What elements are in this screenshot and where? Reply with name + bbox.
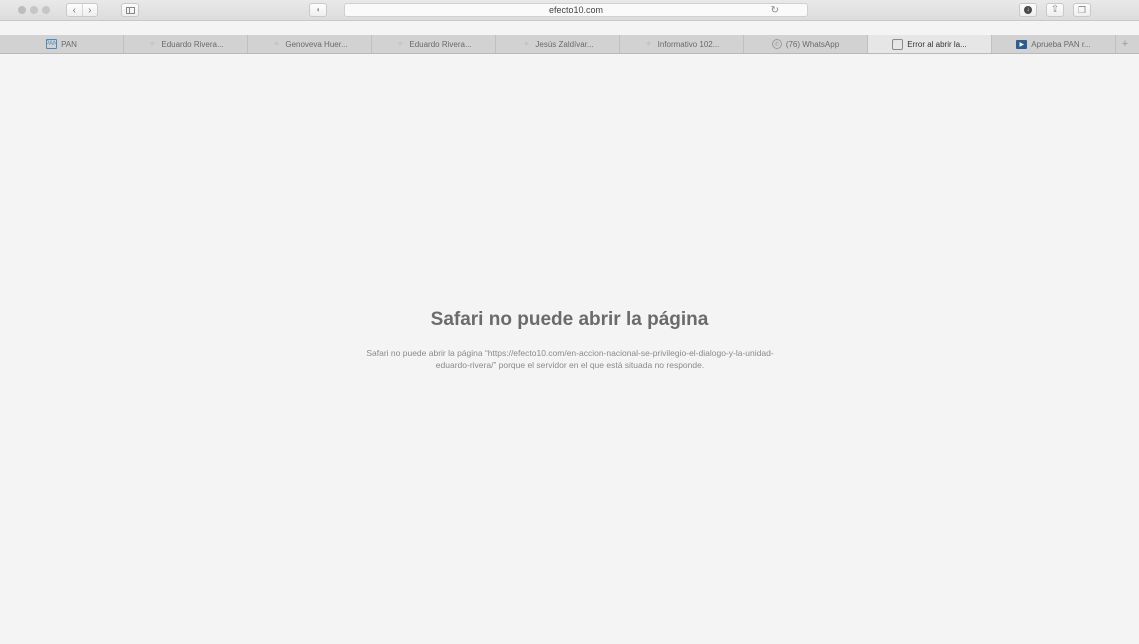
twitter-icon: ✧	[645, 41, 652, 48]
reload-icon: ↻	[770, 4, 779, 16]
error-message: Safari no puede abrir la página “https:/…	[366, 348, 774, 370]
tab-label: Error al abrir la...	[907, 39, 967, 49]
aprueba-favicon-icon: ▶	[1016, 39, 1028, 49]
share-icon: ⇪	[1050, 4, 1060, 15]
tab-label: (76) WhatsApp	[785, 39, 840, 49]
whatsapp-icon: ✆	[771, 39, 782, 49]
new-tab-button[interactable]: +	[1116, 35, 1134, 53]
tab-label: Genoveva Huer...	[285, 39, 348, 49]
browser-toolbar: ‹ › ◖ efecto10.com ↻ ↓ ⇪ ❐	[0, 0, 1139, 21]
tab-label: PAN	[61, 39, 77, 49]
twitter-icon: ✧	[523, 41, 530, 48]
sidebar-icon	[125, 6, 135, 14]
tab-label: Jesús Zaldívar...	[535, 39, 594, 49]
pan-favicon-icon: PAN	[45, 39, 58, 49]
twitter-icon: ✧	[273, 41, 280, 48]
chevron-right-icon: ›	[88, 4, 92, 16]
chevron-left-icon: ‹	[72, 4, 76, 16]
address-bar[interactable]: efecto10.com ↻	[344, 3, 808, 17]
tab-eduardo-rivera-1[interactable]: ✧ Eduardo Rivera...	[124, 35, 248, 53]
tab-eduardo-rivera-2[interactable]: ✧ Eduardo Rivera...	[372, 35, 496, 53]
close-window-button[interactable]	[18, 6, 26, 14]
tab-whatsapp[interactable]: ✆ (76) WhatsApp	[744, 35, 868, 53]
tab-error-al-abrir[interactable]: Error al abrir la...	[868, 35, 992, 53]
downloads-button[interactable]: ↓	[1019, 3, 1037, 17]
shield-icon: ◖	[315, 5, 321, 14]
tab-label: Eduardo Rivera...	[161, 39, 224, 49]
tab-bar: PAN PAN ✧ Eduardo Rivera... ✧ Genoveva H…	[0, 35, 1139, 54]
error-page-icon	[892, 38, 904, 50]
maximize-window-button[interactable]	[42, 6, 50, 14]
sidebar-button[interactable]	[121, 3, 139, 17]
twitter-icon: ✧	[149, 41, 156, 48]
plus-icon: +	[1121, 38, 1129, 50]
download-icon: ↓	[1024, 6, 1032, 14]
tab-label: Eduardo Rivera...	[409, 39, 472, 49]
tab-jesus-zaldivar[interactable]: ✧ Jesús Zaldívar...	[496, 35, 620, 53]
twitter-icon: ✧	[397, 41, 404, 48]
reload-button[interactable]: ↻	[771, 4, 779, 16]
back-forward-buttons: ‹ ›	[66, 3, 98, 17]
forward-button[interactable]: ›	[81, 4, 98, 16]
tabs-overview-icon: ❐	[1077, 4, 1087, 15]
tab-pan[interactable]: PAN PAN	[0, 35, 124, 53]
privacy-report-button[interactable]: ◖	[309, 3, 327, 17]
tab-label: Informativo 102...	[657, 39, 720, 49]
tabs-overview-button[interactable]: ❐	[1073, 3, 1091, 17]
tab-genoveva-huerta[interactable]: ✧ Genoveva Huer...	[248, 35, 372, 53]
back-button[interactable]: ‹	[67, 4, 82, 16]
error-title: Safari no puede abrir la página	[430, 309, 709, 330]
share-button[interactable]: ⇪	[1046, 3, 1064, 17]
minimize-window-button[interactable]	[30, 6, 38, 14]
tab-aprueba-pan[interactable]: ▶ Aprueba PAN r...	[992, 35, 1116, 53]
tab-informativo[interactable]: ✧ Informativo 102...	[620, 35, 744, 53]
tab-label: Aprueba PAN r...	[1031, 39, 1091, 49]
url-text: efecto10.com	[548, 5, 604, 15]
